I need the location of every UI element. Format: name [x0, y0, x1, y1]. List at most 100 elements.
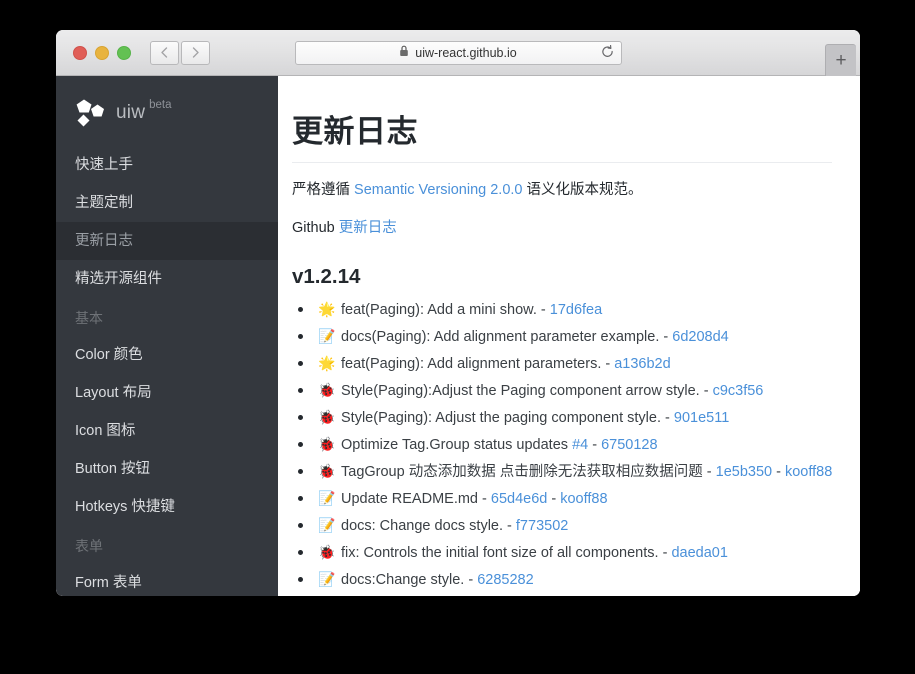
commit-link[interactable]: 6285282	[477, 572, 533, 588]
brand-beta-badge: beta	[149, 99, 172, 111]
separator: -	[772, 463, 785, 480]
brand-name: uiw	[116, 101, 146, 123]
separator: -	[547, 490, 561, 507]
forward-button[interactable]	[181, 40, 210, 65]
back-button[interactable]	[150, 40, 179, 65]
changelog-item: 🐞 Style(Paging): Adjust the paging compon…	[292, 404, 832, 431]
zoom-window-button[interactable]	[117, 45, 131, 60]
screen: uiw-react.github.io + uiw beta 快速上手 主题定制…	[0, 0, 915, 674]
lady-beetle-icon: 🐞	[318, 381, 336, 398]
commit-link[interactable]: 6750128	[601, 437, 657, 453]
address-bar[interactable]: uiw-react.github.io	[294, 40, 622, 65]
lock-icon	[399, 45, 409, 60]
sidebar-group-label: 表单	[75, 538, 103, 554]
issue-link[interactable]: #4	[572, 437, 588, 453]
changelog-item: 🐞 fix: Controls the initial font size of …	[292, 539, 832, 566]
changelog-list: 🌟 feat(Paging): Add a mini show. - 17d6fe…	[292, 296, 832, 596]
commit-link[interactable]: kooff88	[560, 491, 607, 507]
intro-suffix: 语义化版本规范。	[522, 182, 643, 198]
main-content: 更新日志 严格遵循 Semantic Versioning 2.0.0 语义化版…	[278, 76, 860, 596]
window-controls	[73, 45, 131, 60]
changelog-item: 📝 docs(Paging): Add alignment parameter e…	[292, 323, 832, 350]
intro-paragraph: 严格遵循 Semantic Versioning 2.0.0 语义化版本规范。	[292, 179, 832, 201]
lady-beetle-icon: 🐞	[318, 462, 336, 479]
changelog-item: 📝 docs:Change style. - 6285282	[292, 566, 832, 593]
separator: -	[702, 463, 716, 480]
browser-titlebar: uiw-react.github.io +	[56, 30, 860, 76]
commit-link[interactable]: 6d208d4	[672, 329, 728, 345]
memo-icon: 📝	[318, 327, 336, 344]
changelog-item: 📝 docs: Change docs style. - f773502	[292, 512, 832, 539]
sidebar-item-1[interactable]: 主题定制	[56, 184, 278, 222]
changelog-item: 🐞fix(Tag.Group):Repair Tag Change parame…	[292, 593, 832, 596]
commit-link[interactable]: c9c3f56	[713, 383, 764, 399]
sidebar-item-0[interactable]: 快速上手	[56, 146, 278, 184]
sidebar: uiw beta 快速上手 主题定制 更新日志 精选开源组件基本 Color 颜色 Lay…	[56, 76, 278, 596]
commit-link[interactable]: daeda01	[671, 545, 727, 561]
separator: -	[659, 328, 673, 345]
sidebar-item-5[interactable]: Color 颜色	[56, 336, 278, 374]
minimize-window-button[interactable]	[95, 45, 109, 60]
page-title: 更新日志	[292, 106, 832, 163]
sidebar-item-3[interactable]: 精选开源组件	[56, 260, 278, 298]
reload-icon[interactable]	[601, 44, 614, 61]
sidebar-item-8[interactable]: Button 按钮	[56, 450, 278, 488]
commit-link[interactable]: f773502	[516, 518, 568, 534]
sidebar-nav: 快速上手 主题定制 更新日志 精选开源组件基本 Color 颜色 Layout 布局 Ico…	[56, 146, 278, 596]
sidebar-item-9[interactable]: Hotkeys 快捷键	[56, 488, 278, 526]
separator: -	[661, 409, 674, 426]
changelog-text: TagGroup 动态添加数据 点击删除无法获取相应数据问题	[341, 463, 703, 480]
page-viewport: uiw beta 快速上手 主题定制 更新日志 精选开源组件 基本 Color 颜色 Lay…	[56, 76, 860, 596]
commit-link[interactable]: 1e5b350	[716, 464, 772, 480]
changelog-item: 🌟 feat(Paging): Add a mini show. - 17d6fe…	[292, 296, 832, 323]
intro-prefix: 严格遵循	[292, 182, 355, 198]
separator: -	[464, 571, 478, 588]
changelog-item: 📝 Update README.md - 65d4e6d - kooff88	[292, 485, 832, 512]
separator: -	[588, 436, 602, 453]
separator: -	[658, 544, 672, 561]
glowing-star-icon: 🌟	[318, 300, 336, 317]
changelog-text: docs(Paging): Add alignment parameter ex…	[341, 328, 660, 345]
navigation-buttons	[150, 40, 210, 65]
github-paragraph: Github 更新日志	[292, 217, 832, 239]
commit-link[interactable]: 65d4e6d	[491, 491, 547, 507]
lady-beetle-icon: 🐞	[318, 435, 336, 452]
changelog-text: docs: Change docs style.	[341, 517, 504, 534]
address-bar-text: uiw-react.github.io	[415, 45, 517, 60]
sidebar-group-label: 基本	[75, 310, 103, 326]
sidebar-item-2[interactable]: 更新日志	[56, 222, 278, 260]
lady-beetle-icon: 🐞	[318, 593, 336, 596]
brand[interactable]: uiw beta	[56, 76, 278, 128]
memo-icon: 📝	[318, 516, 336, 533]
changelog-item: 🐞 Style(Paging):Adjust the Paging compone…	[292, 377, 832, 404]
separator: -	[536, 301, 550, 318]
changelog-text: Style(Paging):Adjust the Paging componen…	[341, 382, 700, 399]
commit-link[interactable]: kooff88	[785, 464, 832, 480]
changelog-item: 🐞 TagGroup 动态添加数据 点击删除无法获取相应数据问题 - 1e5b35…	[292, 458, 832, 485]
plus-icon: +	[835, 49, 847, 71]
changelog-text: Style(Paging): Adjust the paging compone…	[341, 409, 661, 426]
memo-icon: 📝	[318, 489, 336, 506]
changelog-text: docs:Change style.	[341, 571, 465, 588]
separator: -	[601, 355, 615, 372]
version-heading: v1.2.14	[292, 264, 361, 288]
separator: -	[503, 517, 516, 534]
semver-link[interactable]: Semantic Versioning 2.0.0	[354, 182, 522, 198]
chevron-left-icon	[159, 46, 170, 59]
lady-beetle-icon: 🐞	[318, 543, 336, 560]
browser-window: uiw-react.github.io + uiw beta 快速上手 主题定制…	[56, 30, 860, 596]
sidebar-item-6[interactable]: Layout 布局	[56, 374, 278, 412]
new-tab-button[interactable]: +	[825, 44, 856, 76]
commit-link[interactable]: a136b2d	[614, 356, 670, 372]
memo-icon: 📝	[318, 570, 336, 587]
close-window-button[interactable]	[73, 45, 87, 60]
changelog-text: fix: Controls the initial font size of a…	[341, 544, 659, 561]
sidebar-item-11[interactable]: Form 表单	[56, 564, 278, 596]
separator: -	[699, 382, 713, 399]
commit-link[interactable]: 901e511	[674, 410, 729, 426]
changelog-text: feat(Paging): Add alignment parameters.	[341, 355, 602, 372]
sidebar-item-7[interactable]: Icon 图标	[56, 412, 278, 450]
github-changelog-link[interactable]: 更新日志	[339, 220, 397, 236]
commit-link[interactable]: 17d6fea	[550, 302, 602, 318]
chevron-right-icon	[190, 46, 201, 59]
